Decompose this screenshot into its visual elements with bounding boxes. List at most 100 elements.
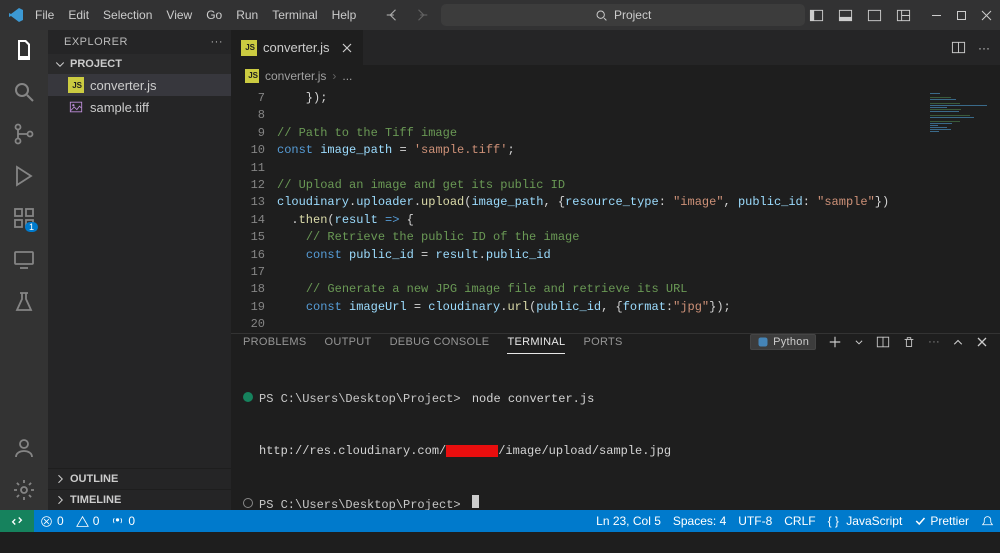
editor-tabbar: JS converter.js ··· [231,30,1000,65]
breadcrumbs[interactable]: JS converter.js › ... [231,65,1000,87]
python-icon [757,336,769,348]
panel-more-icon[interactable]: ··· [928,336,940,348]
warning-icon [76,515,89,528]
window-close-icon[interactable] [981,10,992,21]
tab-close-icon[interactable] [341,42,353,54]
panel-tab-debug-console[interactable]: DEBUG CONSOLE [390,336,490,348]
panel-tab-problems[interactable]: PROBLEMS [243,336,307,348]
explorer-title: EXPLORER [64,36,128,48]
terminal-prompt: PS C:\Users\Desktop\Project> [259,391,461,408]
redacted-block [446,445,498,457]
activity-scm-icon[interactable] [12,122,36,146]
status-eol[interactable]: CRLF [778,514,821,528]
activity-test-icon[interactable] [12,290,36,314]
menu-help[interactable]: Help [325,4,364,26]
breadcrumb-file: converter.js [265,69,326,83]
file-label: converter.js [90,78,156,93]
menu-go[interactable]: Go [199,4,229,26]
window-maximize-icon[interactable] [956,10,967,21]
titlebar: File Edit Selection View Go Run Terminal… [0,0,1000,30]
menu-terminal[interactable]: Terminal [265,4,324,26]
status-dot-icon [243,392,253,402]
outline-section[interactable]: OUTLINE [48,468,231,489]
status-prettier[interactable]: Prettier [908,514,975,528]
editor-more-icon[interactable]: ··· [978,41,990,55]
extensions-badge: 1 [25,222,38,232]
editor-split-icon[interactable] [951,40,966,55]
status-errors[interactable]: 0 [34,514,70,528]
menu-file[interactable]: File [28,4,61,26]
panel-close-icon[interactable] [976,336,988,348]
customize-layout-icon[interactable] [896,8,911,23]
remote-indicator[interactable] [0,510,34,532]
chevron-right-icon [54,473,66,485]
window-minimize-icon[interactable] [931,10,942,21]
tab-converter-js[interactable]: JS converter.js [231,30,364,65]
status-dot-icon [243,498,253,508]
check-icon [914,515,926,527]
status-cursor-position[interactable]: Ln 23, Col 5 [590,514,667,528]
terminal-cursor [472,495,479,508]
command-center-label: Project [614,8,651,22]
status-bar: 0 0 0 Ln 23, Col 5 Spaces: 4 UTF-8 CRLF … [0,510,1000,532]
terminal-kill-icon[interactable] [902,335,916,349]
search-icon [595,9,608,22]
menu-bar: File Edit Selection View Go Run Terminal… [28,4,363,26]
chevron-down-icon[interactable] [854,337,864,347]
status-language[interactable]: { } JavaScript [822,514,909,528]
activity-account-icon[interactable] [12,436,36,460]
command-center[interactable]: Project [441,4,805,26]
activity-extensions-icon[interactable]: 1 [12,206,36,230]
editor-gutter: 78910111213141516171819202122💡2324252627 [231,87,277,333]
activity-bar: 1 [0,30,48,510]
chevron-down-icon [54,58,66,70]
layout-sidebar-right-icon[interactable] [867,8,882,23]
js-file-icon: JS [68,77,84,93]
breadcrumb-rest: ... [342,69,352,83]
explorer-sidebar: EXPLORER ··· PROJECT JS converter.js sam… [48,30,231,510]
chevron-right-icon [54,494,66,506]
js-file-icon: JS [241,40,257,56]
status-ports[interactable]: 0 [105,514,141,528]
image-file-icon [68,99,84,115]
menu-view[interactable]: View [159,4,199,26]
file-sample-tiff[interactable]: sample.tiff [48,96,231,118]
file-tree: JS converter.js sample.tiff [48,74,231,468]
project-root[interactable]: PROJECT [48,54,231,74]
nav-forward-icon[interactable] [415,8,429,22]
nav-arrows [385,8,429,22]
radio-tower-icon [111,515,124,528]
timeline-section[interactable]: TIMELINE [48,489,231,510]
activity-settings-icon[interactable] [12,478,36,502]
panel: PROBLEMS OUTPUT DEBUG CONSOLE TERMINAL P… [231,333,1000,510]
status-warnings[interactable]: 0 [70,514,106,528]
panel-tab-ports[interactable]: PORTS [583,336,622,348]
vscode-logo-icon [8,7,24,23]
editor-area[interactable]: 78910111213141516171819202122💡2324252627… [231,87,1000,333]
activity-explorer-icon[interactable] [12,38,36,62]
terminal-output: http://res.cloudinary.com//image/upload/… [259,443,671,460]
menu-run[interactable]: Run [229,4,265,26]
activity-search-icon[interactable] [12,80,36,104]
terminal-new-icon[interactable] [828,335,842,349]
terminal-split-icon[interactable] [876,335,890,349]
explorer-more-icon[interactable]: ··· [211,36,224,48]
editor-minimap[interactable] [925,87,1000,333]
layout-panel-icon[interactable] [838,8,853,23]
panel-tab-output[interactable]: OUTPUT [325,336,372,348]
layout-sidebar-left-icon[interactable] [809,8,824,23]
file-converter-js[interactable]: JS converter.js [48,74,231,96]
terminal-profile-select[interactable]: Python [750,334,816,350]
menu-selection[interactable]: Selection [96,4,159,26]
menu-edit[interactable]: Edit [61,4,96,26]
nav-back-icon[interactable] [385,8,399,22]
status-spaces[interactable]: Spaces: 4 [667,514,732,528]
status-encoding[interactable]: UTF-8 [732,514,778,528]
tab-label: converter.js [263,40,329,55]
file-label: sample.tiff [90,100,149,115]
status-notifications-icon[interactable] [975,515,1000,528]
editor-code[interactable]: });// Path to the Tiff imageconst image_… [277,87,925,333]
panel-maximize-icon[interactable] [952,336,964,348]
activity-remote-explorer-icon[interactable] [12,248,36,272]
activity-run-icon[interactable] [12,164,36,188]
